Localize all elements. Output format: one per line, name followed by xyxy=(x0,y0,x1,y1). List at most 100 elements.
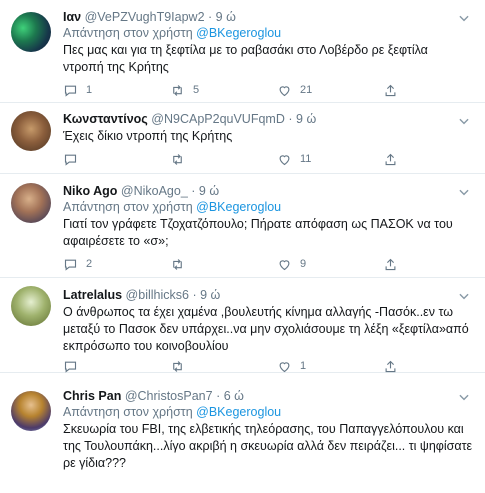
avatar[interactable] xyxy=(11,391,51,431)
reply-icon xyxy=(64,85,77,97)
tweet-header: Ιαν @VePZVughT9Iapw2 · 9 ώ xyxy=(63,9,477,25)
tweet-body: Niko Ago @NikoAgo_ · 9 ώ Απάντηση στον χ… xyxy=(63,183,477,250)
reply-button[interactable] xyxy=(63,358,86,374)
heart-icon xyxy=(279,154,290,165)
share-button[interactable] xyxy=(383,256,406,272)
tweet[interactable]: Niko Ago @NikoAgo_ · 9 ώ Απάντηση στον χ… xyxy=(0,174,485,278)
tweet-body: Chris Pan @ChristosPan7 · 6 ώ Απάντηση σ… xyxy=(63,388,477,472)
retweet-button[interactable] xyxy=(170,358,193,374)
reply-button[interactable] xyxy=(63,151,86,167)
time-separator: · xyxy=(192,288,197,302)
share-button[interactable] xyxy=(383,151,406,167)
like-button[interactable]: 9 xyxy=(277,256,306,272)
replying-prefix: Απάντηση στον χρήστη xyxy=(63,26,193,40)
replying-prefix: Απάντηση στον χρήστη xyxy=(63,200,193,214)
like-button[interactable]: 11 xyxy=(277,151,311,167)
tweet-text: Σκευωρία του FBI, της ελβετικής τηλεόρασ… xyxy=(63,422,473,470)
mention-link[interactable]: @BKegeroglou xyxy=(196,405,281,419)
chevron-down-icon[interactable] xyxy=(457,289,471,303)
tweet-text: Έχεις δίκιο ντροπή της Κρήτης xyxy=(63,129,233,143)
chevron-down-icon[interactable] xyxy=(457,114,471,128)
share-button[interactable] xyxy=(383,82,406,98)
user-handle[interactable]: @NikoAgo_ xyxy=(121,184,188,198)
tweet-header: Κωνσταντίνος @N9CApP2quVUFqmD · 9 ώ xyxy=(63,111,477,127)
retweet-icon xyxy=(173,84,182,96)
user-handle[interactable]: @VePZVughT9Iapw2 xyxy=(85,10,205,24)
timestamp[interactable]: 6 ώ xyxy=(224,389,244,403)
heart-icon xyxy=(279,85,290,96)
tweet-body: Latrelalus @billhicks6 · 9 ώ Ο άνθρωπος … xyxy=(63,287,477,355)
like-count: 11 xyxy=(300,153,312,165)
display-name[interactable]: Κωνσταντίνος xyxy=(63,112,148,126)
tweet-body: Κωνσταντίνος @N9CApP2quVUFqmD · 9 ώ Έχει… xyxy=(63,111,477,145)
retweet-count: 5 xyxy=(193,84,200,96)
like-count: 1 xyxy=(300,360,307,372)
time-separator: · xyxy=(288,112,293,126)
like-count: 21 xyxy=(300,84,313,96)
reply-icon xyxy=(64,154,77,166)
replying-to: Απάντηση στον χρήστη @BKegeroglou xyxy=(63,199,477,215)
replying-to: Απάντηση στον χρήστη @BKegeroglou xyxy=(63,404,477,420)
share-icon xyxy=(385,258,396,270)
display-name[interactable]: Chris Pan xyxy=(63,389,121,403)
user-handle[interactable]: @billhicks6 xyxy=(126,288,189,302)
tweet-body: Ιαν @VePZVughT9Iapw2 · 9 ώ Απάντηση στον… xyxy=(63,9,477,76)
share-icon xyxy=(385,360,396,372)
heart-icon xyxy=(279,361,290,372)
tweet-actions: 11 xyxy=(63,151,443,167)
time-separator: · xyxy=(216,389,221,403)
user-handle[interactable]: @N9CApP2quVUFqmD xyxy=(151,112,285,126)
display-name[interactable]: Latrelalus xyxy=(63,288,122,302)
reply-button[interactable]: 1 xyxy=(63,82,92,98)
tweet-header: Niko Ago @NikoAgo_ · 9 ώ xyxy=(63,183,477,199)
chevron-down-icon[interactable] xyxy=(457,11,471,25)
chevron-down-icon[interactable] xyxy=(457,185,471,199)
replying-to: Απάντηση στον χρήστη @BKegeroglou xyxy=(63,25,477,41)
retweet-icon xyxy=(173,360,182,372)
retweet-icon xyxy=(173,153,182,165)
avatar[interactable] xyxy=(11,12,51,52)
tweet-actions: 1 xyxy=(63,358,443,374)
avatar[interactable] xyxy=(11,183,51,223)
tweet[interactable]: Κωνσταντίνος @N9CApP2quVUFqmD · 9 ώ Έχει… xyxy=(0,103,485,174)
tweet-actions: 2 9 xyxy=(63,256,443,272)
chevron-down-icon[interactable] xyxy=(457,390,471,404)
display-name[interactable]: Ιαν xyxy=(63,10,81,24)
share-icon xyxy=(385,84,396,96)
mention-link[interactable]: @BKegeroglou xyxy=(196,26,281,40)
retweet-icon xyxy=(173,258,182,270)
tweet-text: Ο άνθρωπος τα έχει χαμένα ,βουλευτής κίν… xyxy=(63,305,469,353)
mention-link[interactable]: @BKegeroglou xyxy=(196,200,281,214)
tweet[interactable]: Chris Pan @ChristosPan7 · 6 ώ Απάντηση σ… xyxy=(0,373,485,493)
display-name[interactable]: Niko Ago xyxy=(63,184,117,198)
avatar[interactable] xyxy=(11,111,51,151)
replying-prefix: Απάντηση στον χρήστη xyxy=(63,405,193,419)
timestamp[interactable]: 9 ώ xyxy=(296,112,316,126)
share-button[interactable] xyxy=(383,358,406,374)
reply-feed: Ιαν @VePZVughT9Iapw2 · 9 ώ Απάντηση στον… xyxy=(0,0,485,493)
user-handle[interactable]: @ChristosPan7 xyxy=(125,389,213,403)
avatar[interactable] xyxy=(11,286,51,326)
reply-icon xyxy=(64,259,77,271)
reply-icon xyxy=(64,361,77,373)
retweet-button[interactable]: 5 xyxy=(170,82,199,98)
timestamp[interactable]: 9 ώ xyxy=(199,184,219,198)
share-icon xyxy=(385,153,396,165)
tweet-header: Chris Pan @ChristosPan7 · 6 ώ xyxy=(63,388,477,404)
timestamp[interactable]: 9 ώ xyxy=(200,288,220,302)
time-separator: · xyxy=(191,184,196,198)
like-count: 9 xyxy=(300,258,307,270)
retweet-button[interactable] xyxy=(170,256,193,272)
timestamp[interactable]: 9 ώ xyxy=(216,10,236,24)
tweet[interactable]: Latrelalus @billhicks6 · 9 ώ Ο άνθρωπος … xyxy=(0,278,485,373)
like-button[interactable]: 1 xyxy=(277,358,306,374)
reply-count: 1 xyxy=(86,84,93,96)
retweet-button[interactable] xyxy=(170,151,193,167)
tweet-text: Πες μας και για τη ξεφτίλα με το ραβασάκ… xyxy=(63,43,428,74)
reply-button[interactable]: 2 xyxy=(63,256,92,272)
time-separator: · xyxy=(208,10,213,24)
like-button[interactable]: 21 xyxy=(277,82,312,98)
tweet-text: Γιατί τον γράφετε Τζοχατζόπουλο; Πήρατε … xyxy=(63,217,453,248)
heart-icon xyxy=(279,259,290,270)
tweet[interactable]: Ιαν @VePZVughT9Iapw2 · 9 ώ Απάντηση στον… xyxy=(0,0,485,103)
